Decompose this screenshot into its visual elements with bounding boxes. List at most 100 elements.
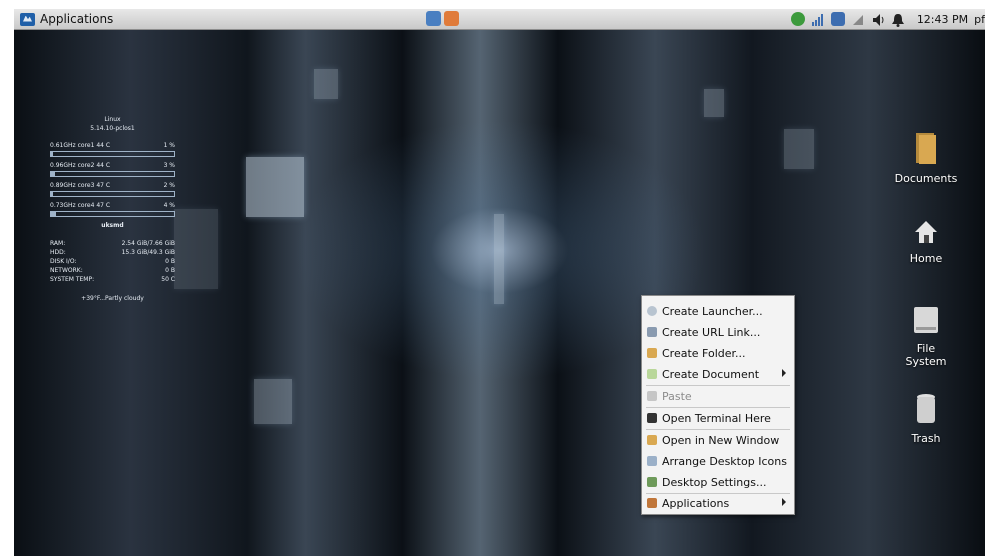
menu-item-label: Paste bbox=[662, 389, 692, 403]
bluetooth-icon[interactable] bbox=[830, 12, 845, 26]
submenu-arrow-icon bbox=[782, 369, 786, 377]
menu-item-label: Open in New Window bbox=[662, 433, 780, 447]
core-name: core4 bbox=[77, 202, 95, 209]
home-icon bbox=[891, 219, 961, 248]
wallpaper-slab bbox=[784, 129, 814, 169]
conky-core-row: 0.89GHz core3 47 C 2 % bbox=[50, 181, 175, 190]
core-usage-bar bbox=[50, 211, 175, 217]
core-name: core2 bbox=[77, 162, 95, 169]
firefox-launcher-icon[interactable] bbox=[444, 11, 459, 26]
menu-item-create-launcher[interactable]: Create Launcher... bbox=[642, 301, 794, 321]
desktop-icon-label: System bbox=[905, 355, 947, 368]
applications-menu-button[interactable]: Applications bbox=[16, 10, 117, 28]
launcher-icon bbox=[647, 306, 657, 316]
desktop-icon-home[interactable]: Home bbox=[891, 219, 961, 265]
pclinuxos-logo-icon bbox=[20, 12, 35, 26]
core-usage-fill bbox=[51, 212, 56, 216]
battery-icon[interactable] bbox=[851, 12, 865, 26]
desktop-icon-file-system[interactable]: File System bbox=[891, 305, 961, 368]
core-percent: 4 % bbox=[163, 202, 175, 209]
core-freq: 0.89GHz bbox=[50, 182, 76, 189]
menu-item-create-document[interactable]: Create Document bbox=[642, 364, 794, 384]
applications-icon bbox=[647, 498, 657, 508]
core-freq: 0.96GHz bbox=[50, 162, 76, 169]
folder-icon bbox=[891, 131, 961, 168]
core-temp: 44 C bbox=[96, 162, 111, 169]
conky-os: Linux bbox=[104, 116, 121, 123]
core-percent: 1 % bbox=[163, 142, 175, 149]
core-usage-fill bbox=[51, 152, 54, 156]
wallpaper-slab bbox=[246, 157, 304, 217]
core-percent: 3 % bbox=[163, 162, 175, 169]
core-usage-bar bbox=[50, 191, 175, 197]
menu-item-arrange-icons[interactable]: Arrange Desktop Icons bbox=[642, 451, 794, 471]
menu-item-label: Create Document bbox=[662, 367, 760, 381]
core-usage-fill bbox=[51, 192, 54, 196]
conky-kernel: 5.14.10-pclos1 bbox=[90, 125, 135, 132]
hard-drive-icon bbox=[891, 305, 961, 338]
conky-stat-ram: RAM: 2.54 GiB/7.66 GiB bbox=[50, 240, 175, 247]
conky-core-row: 0.61GHz core1 44 C 1 % bbox=[50, 141, 175, 150]
desktop-icon-documents[interactable]: Documents bbox=[891, 131, 961, 185]
menu-item-paste[interactable]: Paste bbox=[642, 386, 794, 406]
conky-top-process: uksmd bbox=[101, 222, 124, 229]
paste-icon bbox=[647, 391, 657, 401]
browser-launcher-icon[interactable] bbox=[426, 11, 441, 26]
core-temp: 47 C bbox=[96, 202, 111, 209]
menu-item-label: Arrange Desktop Icons bbox=[662, 454, 787, 468]
folder-icon bbox=[647, 348, 657, 358]
menu-item-label: Create Folder... bbox=[662, 346, 746, 360]
wallpaper-slab bbox=[254, 379, 292, 424]
system-tray: 12:43 PM pf bbox=[790, 9, 985, 29]
menu-item-label: Create Launcher... bbox=[662, 304, 763, 318]
conky-stat-hdd: HDD: 15.3 GiB/49.3 GiB bbox=[50, 249, 175, 256]
wallpaper-slab bbox=[704, 89, 724, 117]
folder-open-icon bbox=[647, 435, 657, 445]
conky-weather: +39°F...Partly cloudy bbox=[81, 295, 144, 302]
menu-item-label: Open Terminal Here bbox=[662, 411, 771, 425]
core-usage-bar bbox=[50, 171, 175, 177]
core-usage-bar bbox=[50, 151, 175, 157]
desktop-icon-label: Trash bbox=[911, 432, 941, 445]
core-name: core3 bbox=[77, 182, 95, 189]
conky-stat-network: NETWORK: 0 B bbox=[50, 267, 175, 274]
menu-item-label: Applications bbox=[662, 496, 730, 510]
desktop-context-menu: Create Launcher... Create URL Link... Cr… bbox=[641, 295, 795, 515]
wallpaper-slab bbox=[314, 69, 338, 99]
menu-item-desktop-settings[interactable]: Desktop Settings... bbox=[642, 472, 794, 492]
desktop-settings-icon bbox=[647, 477, 657, 487]
network-signal-icon[interactable] bbox=[811, 12, 825, 26]
desktop-icon-label: File bbox=[916, 342, 936, 355]
menu-item-create-url-link[interactable]: Create URL Link... bbox=[642, 322, 794, 342]
menu-item-label: Desktop Settings... bbox=[662, 475, 767, 489]
conky-system-monitor: Linux 5.14.10-pclos1 0.61GHz core1 44 C … bbox=[50, 115, 175, 303]
clock[interactable]: 12:43 PM bbox=[917, 13, 968, 26]
conky-stat-disk-io: DISK I/O: 0 B bbox=[50, 258, 175, 265]
desktop-icon-trash[interactable]: Trash bbox=[891, 393, 961, 445]
volume-icon[interactable] bbox=[871, 12, 885, 26]
menu-item-create-folder[interactable]: Create Folder... bbox=[642, 343, 794, 363]
notification-bell-icon[interactable] bbox=[891, 12, 905, 27]
core-name: core1 bbox=[77, 142, 95, 149]
core-freq: 0.61GHz bbox=[50, 142, 76, 149]
desktop-screen: Applications 12:43 PM pf Linux 5.14.10-p… bbox=[14, 9, 985, 556]
submenu-arrow-icon bbox=[782, 498, 786, 506]
core-temp: 47 C bbox=[96, 182, 111, 189]
conky-stat-system-temp: SYSTEM TEMP: 50 C bbox=[50, 276, 175, 283]
terminal-icon bbox=[647, 413, 657, 423]
arrange-icon bbox=[647, 456, 657, 466]
link-icon bbox=[647, 327, 657, 337]
document-icon bbox=[647, 369, 657, 379]
user-indicator[interactable]: pf bbox=[974, 13, 985, 26]
menu-item-applications[interactable]: Applications bbox=[642, 493, 794, 513]
trash-icon bbox=[891, 393, 961, 428]
menu-item-open-terminal[interactable]: Open Terminal Here bbox=[642, 408, 794, 428]
menu-item-open-new-window[interactable]: Open in New Window bbox=[642, 430, 794, 450]
conky-core-row: 0.96GHz core2 44 C 3 % bbox=[50, 161, 175, 170]
top-panel: Applications 12:43 PM pf bbox=[14, 9, 985, 30]
wallpaper-light-beam bbox=[494, 214, 504, 304]
menu-item-label: Create URL Link... bbox=[662, 325, 761, 339]
desktop-icon-label: Documents bbox=[894, 172, 958, 185]
update-manager-icon[interactable] bbox=[790, 12, 805, 26]
desktop-icon-label: Home bbox=[909, 252, 943, 265]
